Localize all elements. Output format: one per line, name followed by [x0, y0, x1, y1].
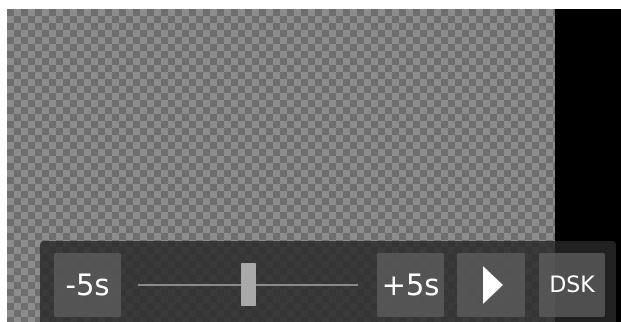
forward-5s-label: +5s	[381, 268, 440, 302]
forward-5s-button[interactable]: +5s	[377, 253, 444, 317]
rewind-5s-label: -5s	[65, 268, 110, 302]
dsk-button[interactable]: DSK	[539, 253, 605, 317]
dsk-label: DSK	[549, 272, 595, 298]
seek-slider-thumb[interactable]	[241, 263, 256, 306]
player-viewport: -5s +5s DSK	[0, 0, 621, 322]
rewind-5s-button[interactable]: -5s	[54, 253, 121, 317]
play-icon	[483, 266, 503, 304]
playback-controls-bar: -5s +5s DSK	[40, 241, 616, 322]
play-button[interactable]	[457, 253, 525, 317]
seek-slider[interactable]	[138, 253, 358, 317]
